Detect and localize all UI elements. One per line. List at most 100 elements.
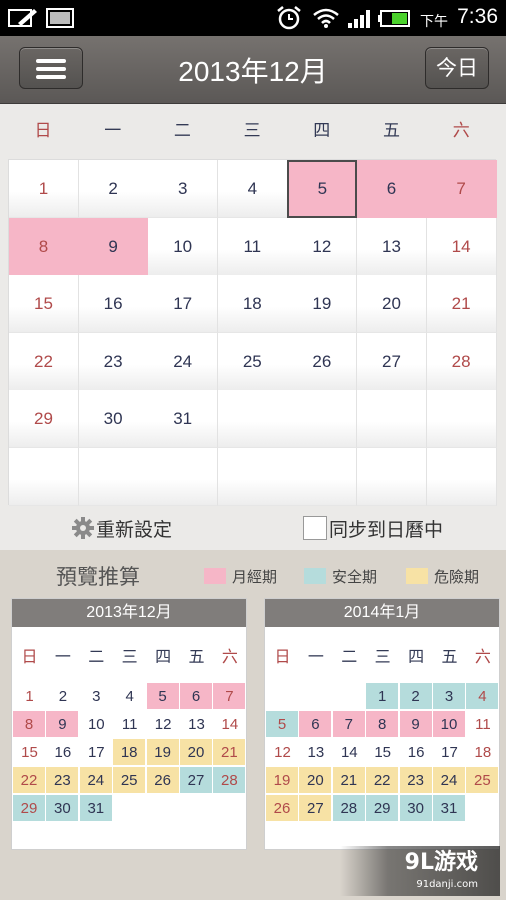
mini-day-cell: 5 (266, 711, 299, 738)
day-cell[interactable]: 28 (426, 332, 497, 391)
day-cell[interactable]: 17 (148, 275, 219, 334)
mini-day-cell: 13 (188, 716, 205, 733)
legend-danger: 危險期 (406, 566, 479, 586)
mini-day-cell: 11 (121, 716, 138, 733)
mini-day-cell: 14 (221, 716, 239, 733)
app-header: 2013年12月 今日 (0, 36, 506, 104)
day-cell[interactable]: 24 (148, 332, 219, 391)
day-cell[interactable]: 2 (78, 160, 149, 218)
mini-weekday-label: 二 (341, 647, 358, 666)
day-cell[interactable]: 14 (426, 217, 497, 276)
empty-cell (78, 448, 149, 506)
mini-day-cell: 31 (433, 795, 466, 822)
mini-day-cell: 30 (399, 795, 433, 822)
watermark-logo: 9L游戏 (404, 850, 478, 875)
day-cell[interactable]: 25 (217, 332, 288, 391)
day-cell[interactable]: 10 (148, 217, 219, 276)
mini-day-cell: 31 (79, 795, 113, 822)
day-cell[interactable]: 31 (148, 390, 219, 449)
day-cell[interactable]: 8 (9, 217, 79, 276)
mini-day-cell: 21 (332, 767, 366, 794)
day-cell[interactable]: 6 (357, 160, 427, 218)
mini-weekday-label: 一 (307, 647, 324, 666)
reset-button[interactable]: 重新設定 (72, 515, 172, 543)
wifi-icon (313, 8, 339, 28)
menu-icon (36, 59, 66, 63)
day-cell[interactable]: 19 (287, 275, 358, 334)
day-cell[interactable]: 16 (78, 275, 149, 334)
mini-empty-cell (213, 795, 246, 822)
empty-cell (9, 448, 79, 506)
day-cell[interactable]: 3 (148, 160, 219, 218)
mini-day-cell: 1 (366, 683, 400, 710)
mini-weekday-label: 日 (274, 647, 291, 666)
sync-label: 同步到日曆中 (329, 519, 444, 541)
reset-label: 重新設定 (96, 519, 173, 541)
mini-day-cell: 29 (13, 795, 46, 822)
day-cell[interactable]: 15 (9, 275, 79, 334)
mini-day-cell: 14 (340, 744, 358, 761)
mini-weekday-label: 五 (188, 647, 205, 666)
mini-empty-cell (333, 683, 366, 710)
mini-day-cell: 5 (146, 683, 180, 710)
day-cell[interactable]: 21 (426, 275, 497, 334)
mini-day-cell: 16 (407, 744, 425, 761)
mini-day-cell: 9 (399, 711, 433, 738)
day-cell[interactable]: 29 (9, 390, 79, 449)
mini-day-cell: 24 (433, 767, 466, 794)
mini-weekday-label: 三 (374, 647, 391, 666)
status-bar: 下午 7:36 (0, 0, 506, 36)
legend-safe: 安全期 (304, 566, 377, 586)
weekday-label: 四 (313, 121, 331, 141)
mini-weekday-label: 五 (441, 647, 458, 666)
day-cell[interactable]: 13 (357, 217, 427, 276)
day-cell[interactable]: 9 (78, 217, 149, 276)
today-button[interactable]: 今日 (425, 47, 489, 89)
menu-icon-bar (36, 67, 66, 71)
mini-day-cell: 10 (87, 716, 105, 733)
empty-cell (287, 390, 358, 449)
mini-day-cell: 2 (399, 683, 433, 710)
empty-cell (217, 390, 288, 449)
day-cell[interactable]: 23 (78, 332, 149, 391)
mini-day-cell: 30 (46, 795, 80, 822)
mini-empty-cell (180, 795, 213, 822)
empty-cell (287, 448, 358, 506)
legend-swatch (204, 568, 226, 584)
mini-empty-cell (113, 795, 146, 822)
day-cell[interactable]: 4 (217, 160, 288, 218)
day-cell[interactable]: 26 (287, 332, 358, 391)
mini-day-cell: 18 (113, 739, 147, 766)
mini-day-cell: 19 (266, 767, 299, 794)
day-cell[interactable]: 11 (217, 217, 288, 276)
sync-calendar-toggle[interactable]: 同步到日曆中 (303, 515, 443, 543)
mini-day-cell: 16 (54, 744, 72, 761)
mini-empty-cell (466, 795, 499, 822)
weekday-label: 六 (452, 121, 470, 141)
day-cell[interactable]: 20 (357, 275, 427, 334)
mini-weekday-label: 四 (408, 647, 425, 666)
day-cell[interactable]: 18 (217, 275, 288, 334)
menu-button[interactable] (19, 47, 83, 89)
sync-checkbox[interactable] (303, 516, 327, 540)
signal-icon (348, 10, 370, 28)
month-title: 2013年12月 (178, 56, 328, 87)
day-cell[interactable]: 1 (9, 160, 79, 218)
day-cell[interactable]: 30 (78, 390, 149, 449)
mini-weekday-label: 六 (221, 647, 238, 666)
day-cell[interactable]: 5 (287, 160, 358, 218)
mini-day-cell: 17 (87, 744, 105, 761)
mini-day-cell: 26 (146, 767, 180, 794)
mini-weekday-label: 日 (21, 647, 38, 666)
mini-day-cell: 29 (366, 795, 400, 822)
mini-day-cell: 17 (441, 744, 458, 761)
day-cell[interactable]: 22 (9, 332, 79, 391)
day-cell[interactable]: 27 (357, 332, 427, 391)
mini-day-cell: 12 (154, 716, 172, 733)
weekday-label: 日 (34, 121, 52, 141)
legend-swatch (304, 568, 326, 584)
mini-day-cell: 6 (299, 711, 333, 738)
day-cell[interactable]: 7 (426, 160, 497, 218)
weekday-header: 日一二三四五六 (8, 104, 496, 159)
day-cell[interactable]: 12 (287, 217, 358, 276)
